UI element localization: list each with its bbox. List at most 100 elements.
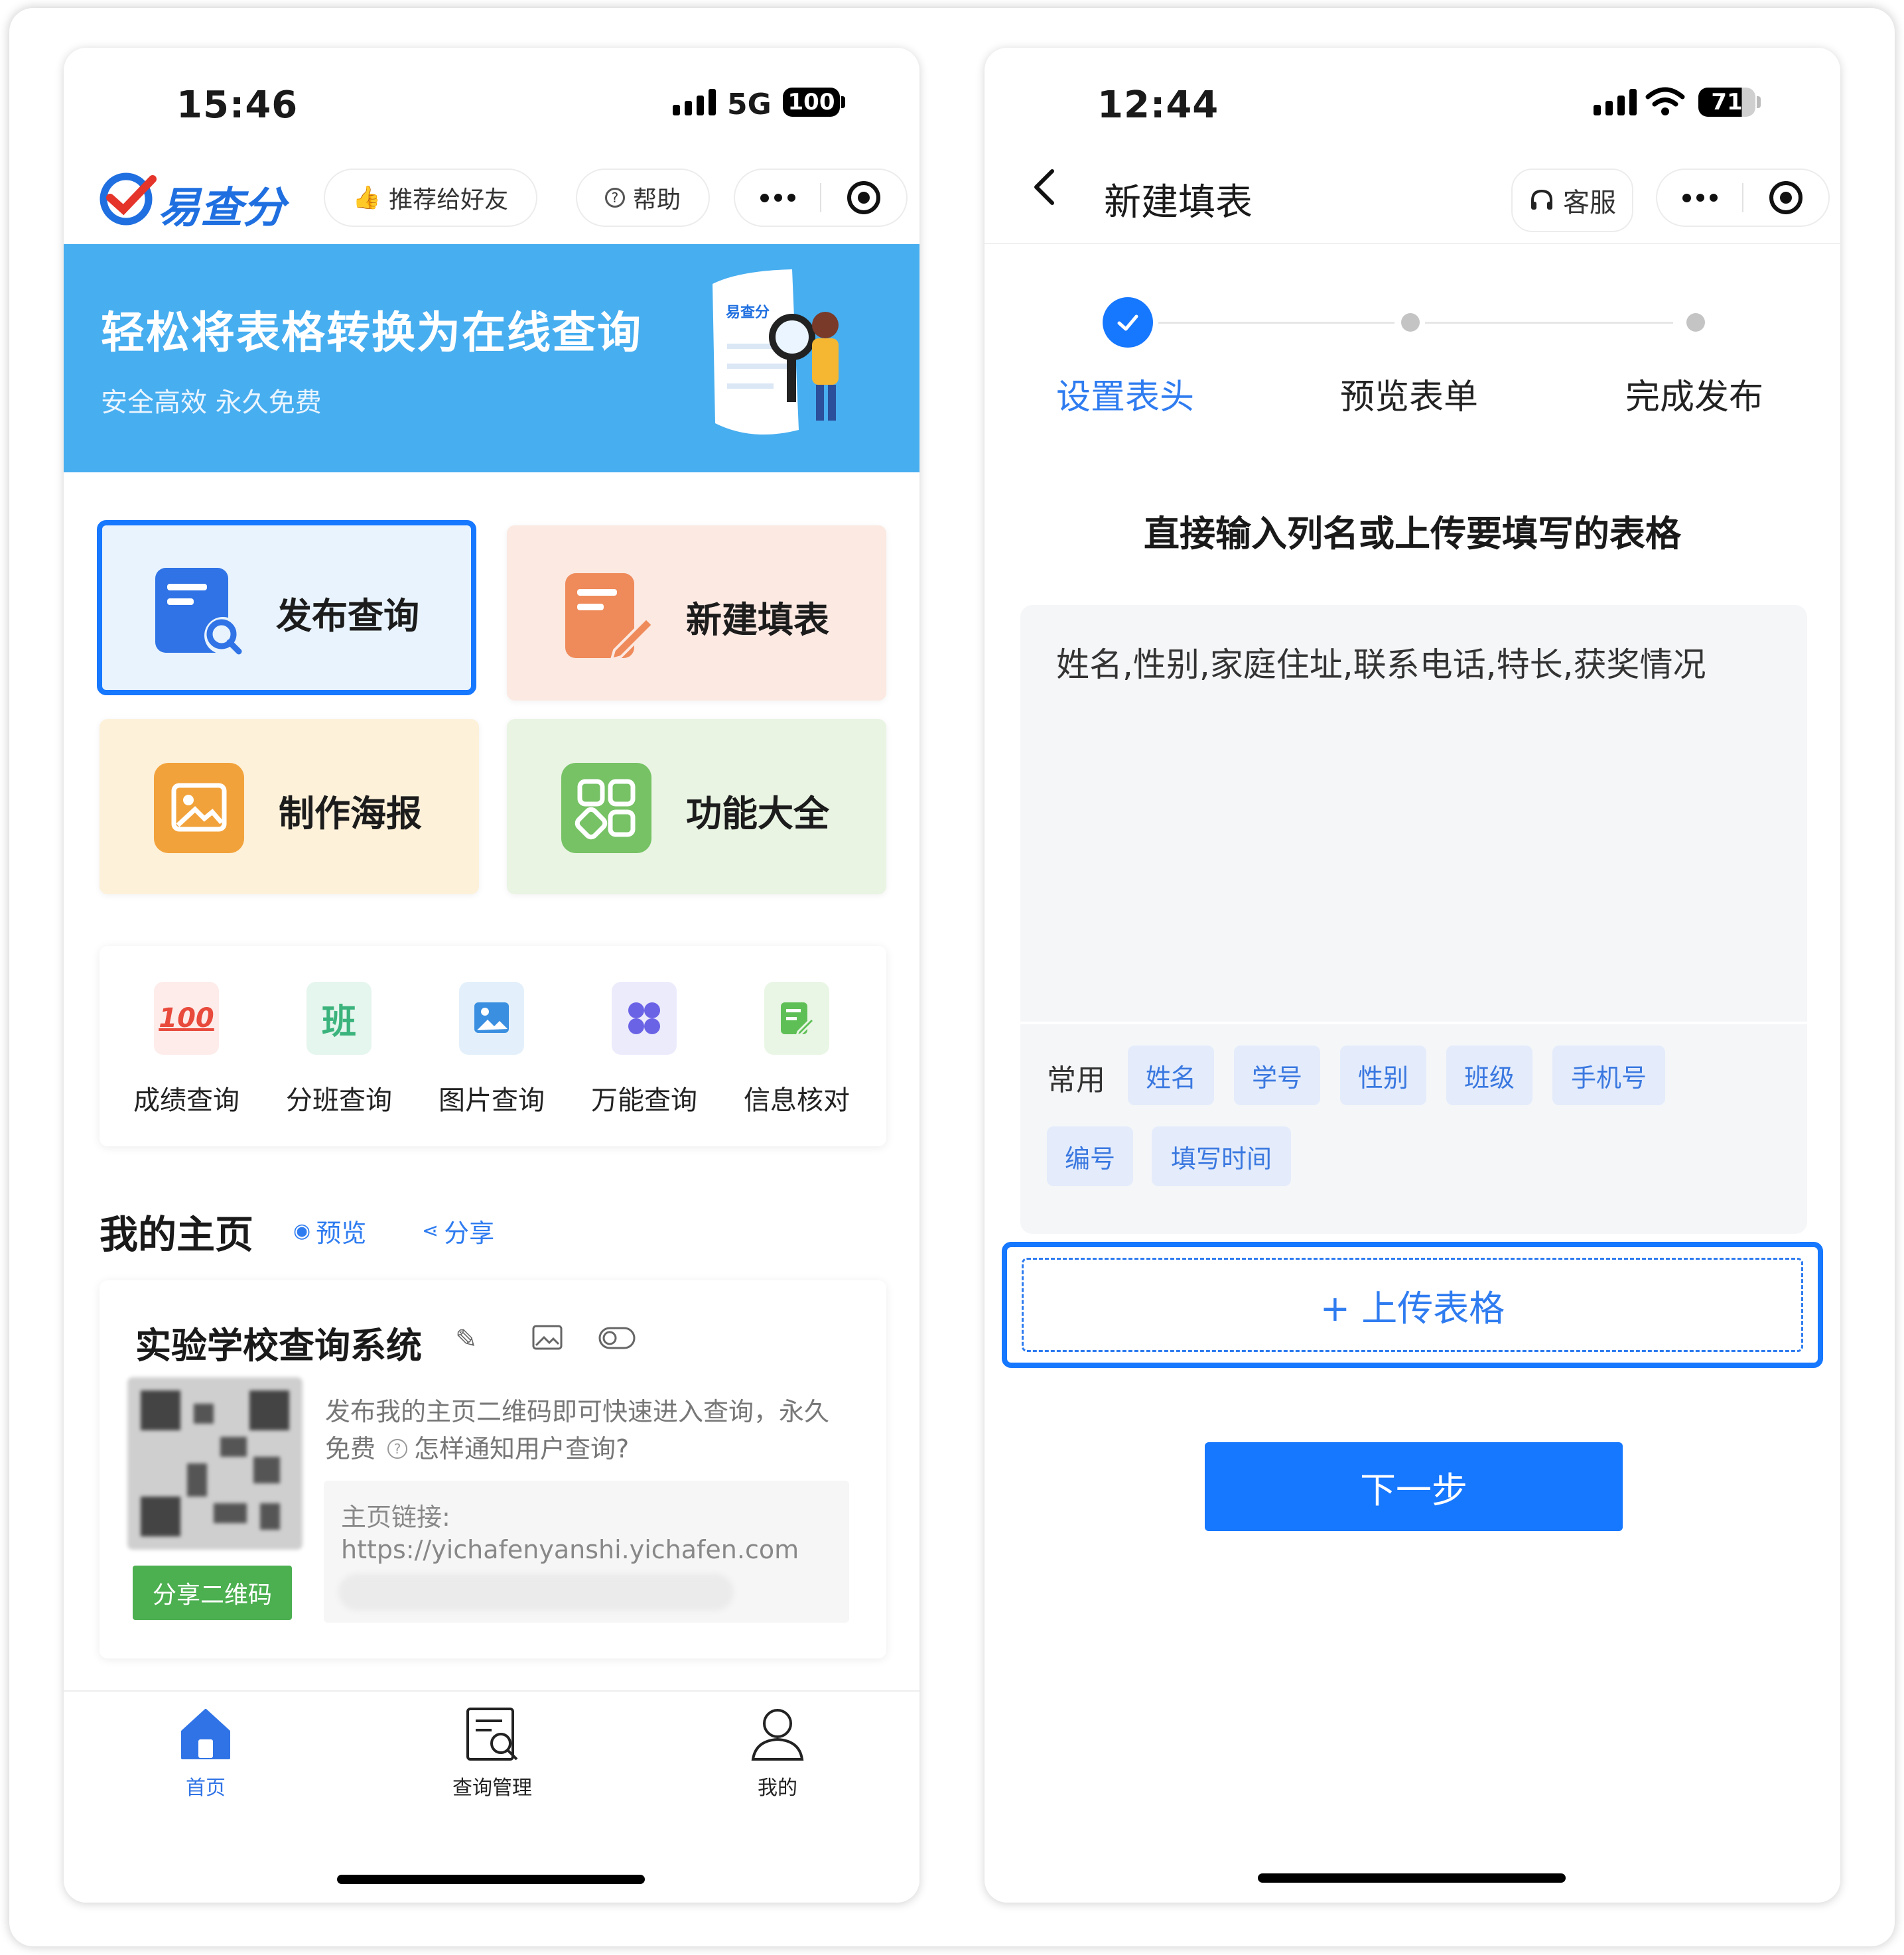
desc-line2: 免费: [325, 1434, 376, 1463]
page-title: 新建填表: [1104, 181, 1253, 224]
input-divider: [1020, 1022, 1807, 1024]
link-url[interactable]: https://yichafenyanshi.yichafen.com: [341, 1535, 799, 1564]
note-edit-icon: [764, 982, 829, 1055]
tab-mine[interactable]: 我的: [698, 1705, 857, 1800]
step-connector: [1158, 322, 1394, 324]
logo-icon: [100, 172, 157, 226]
help-button[interactable]: ? 帮助: [576, 169, 710, 227]
tab-label: 查询管理: [452, 1777, 532, 1800]
user-icon: [751, 1709, 804, 1761]
columns-input[interactable]: 姓名,性别,家庭住址,联系电话,特长,获奖情况: [1056, 638, 1786, 686]
document-search-icon: [466, 1708, 518, 1761]
preview-label: 预览: [316, 1219, 367, 1248]
tile-all-features[interactable]: 功能大全: [507, 719, 886, 894]
chip-phone[interactable]: 手机号: [1552, 1045, 1665, 1105]
back-arrow-icon[interactable]: [1031, 167, 1057, 217]
battery-tip: [1757, 96, 1761, 108]
tile-label: 功能大全: [686, 793, 829, 835]
search-document-icon: [151, 564, 242, 655]
app-logo: 易查分: [97, 167, 289, 234]
eye-icon: ◉: [293, 1219, 311, 1243]
chip-student-id[interactable]: 学号: [1234, 1045, 1320, 1105]
upload-highlight-frame: + 上传表格: [1002, 1242, 1823, 1368]
headset-icon: [1531, 189, 1552, 210]
quick-item-image[interactable]: 图片查询: [415, 982, 568, 1117]
homepage-section-title: 我的主页: [100, 1212, 254, 1257]
step-done-check-icon: [1103, 297, 1153, 348]
toggle-icon[interactable]: [598, 1327, 636, 1349]
edit-form-icon: [561, 569, 655, 661]
promo-banner[interactable]: 轻松将表格转换为在线查询 安全高效 永久免费 易查分: [64, 244, 919, 472]
columns-input-area: 姓名,性别,家庭住址,联系电话,特长,获奖情况 常用 姓名 学号 性别 班级 手…: [1020, 605, 1807, 1234]
signal-icon: [673, 89, 716, 115]
question-icon: ?: [604, 188, 625, 208]
picture-icon: [459, 982, 524, 1055]
preview-link[interactable]: ◉ 预览: [293, 1213, 366, 1249]
instruction-heading: 直接输入列名或上传要填写的表格: [1144, 513, 1681, 555]
tab-query-manage[interactable]: 查询管理: [413, 1705, 572, 1800]
chip-fill-time[interactable]: 填写时间: [1152, 1126, 1291, 1186]
chip-gender[interactable]: 性别: [1340, 1045, 1426, 1105]
quick-item-score[interactable]: 100 成绩查询: [110, 982, 263, 1117]
step-label-setup-header: 设置表头: [1056, 377, 1195, 417]
tile-make-poster[interactable]: 制作海报: [100, 719, 479, 894]
question-icon: ?: [387, 1439, 408, 1459]
step-label-publish: 完成发布: [1625, 377, 1764, 417]
step-label-preview: 预览表单: [1340, 377, 1479, 417]
edit-pencil-icon[interactable]: ✎: [455, 1324, 478, 1355]
wifi-icon: [1645, 87, 1685, 115]
illustration-logo-text: 易查分: [726, 304, 770, 321]
tile-label: 发布查询: [276, 595, 419, 637]
logo-text: 易查分: [158, 184, 285, 233]
quick-item-class[interactable]: 班 分班查询: [263, 982, 415, 1117]
quick-item-verify[interactable]: 信息核对: [720, 982, 873, 1117]
qr-code-image: [127, 1377, 303, 1550]
recommend-label: 推荐给好友: [389, 186, 509, 214]
quick-item-universal[interactable]: 万能查询: [568, 982, 720, 1117]
more-button[interactable]: [735, 193, 820, 202]
banner-title: 轻松将表格转换为在线查询: [101, 307, 642, 358]
chip-number[interactable]: 编号: [1047, 1126, 1133, 1186]
tab-home[interactable]: 首页: [126, 1705, 285, 1800]
link-label: 主页链接:: [341, 1503, 450, 1532]
recommend-button[interactable]: 👍 推荐给好友: [324, 169, 537, 227]
share-icon: ⋖: [422, 1219, 439, 1243]
desc-line1: 发布我的主页二维码即可快速进入查询，永久: [325, 1397, 830, 1426]
magnifier-person-illustration: 易查分: [713, 269, 839, 435]
image-poster-icon: [154, 763, 244, 853]
upload-table-button[interactable]: + 上传表格: [1022, 1258, 1803, 1352]
tile-new-form[interactable]: 新建填表: [507, 525, 886, 701]
chip-name[interactable]: 姓名: [1128, 1045, 1214, 1105]
phone-new-form-screen: 12:44 71 新建填表 客服 设置表头 预览表单 完成发布 直接输入列名或上…: [985, 48, 1840, 1903]
next-step-button[interactable]: 下一步: [1205, 1442, 1623, 1531]
tile-label: 制作海报: [279, 793, 422, 835]
notify-help-label: 怎样通知用户查询?: [414, 1434, 630, 1463]
miniprogram-capsule: [1656, 169, 1830, 227]
phone-home-screen: 15:46 5G 100 易查分 👍 推荐给好友 ? 帮助 轻松将表格转换为在线…: [64, 48, 919, 1903]
image-icon[interactable]: [532, 1324, 563, 1351]
signal-icon: [1594, 89, 1637, 115]
more-button[interactable]: [1657, 193, 1742, 202]
homepage-card: 实验学校查询系统 ✎ 分享二维码 发布我的主页二维码即可快速进入查询，永久 免费…: [100, 1280, 886, 1658]
thumbs-up-icon: 👍: [352, 184, 381, 211]
help-label: 帮助: [632, 186, 681, 214]
blurred-link: [338, 1574, 734, 1611]
close-miniprogram-button[interactable]: [1743, 181, 1828, 214]
status-time: 12:44: [1097, 84, 1219, 127]
share-link[interactable]: ⋖ 分享: [422, 1213, 494, 1249]
miniprogram-capsule: [734, 169, 908, 227]
tile-publish-query[interactable]: 发布查询: [97, 520, 476, 695]
header-divider: [985, 243, 1840, 244]
grid-apps-icon: [561, 763, 651, 853]
close-miniprogram-button[interactable]: [821, 181, 906, 214]
quick-item-label: 信息核对: [744, 1085, 850, 1116]
step-pending-dot: [1401, 313, 1420, 332]
class-icon: 班: [306, 982, 372, 1055]
common-label: 常用: [1047, 1063, 1105, 1097]
chip-class[interactable]: 班级: [1446, 1045, 1532, 1105]
customer-service-button[interactable]: 客服: [1511, 169, 1633, 232]
notify-help-link[interactable]: ? 怎样通知用户查询?: [387, 1430, 629, 1467]
service-label: 客服: [1563, 188, 1616, 218]
step-pending-dot: [1686, 313, 1705, 332]
share-qr-button[interactable]: 分享二维码: [133, 1566, 292, 1620]
